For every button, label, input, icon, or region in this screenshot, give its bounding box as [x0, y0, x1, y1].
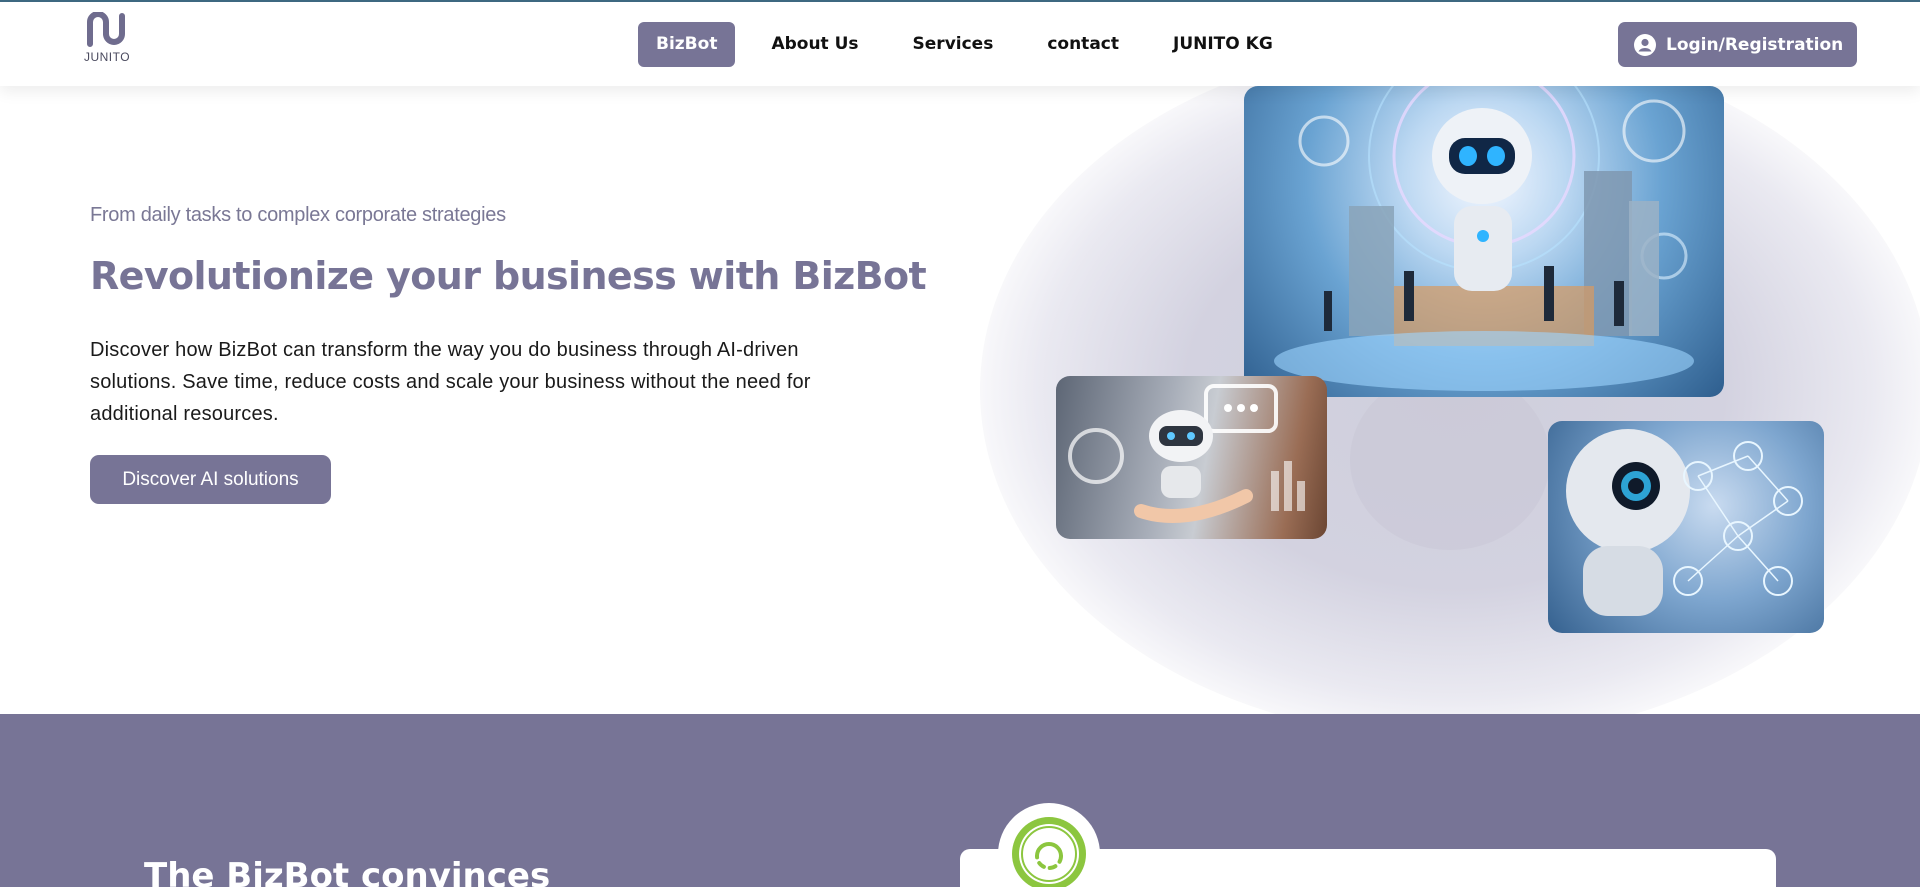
- logo-text: JUNITO: [83, 50, 131, 64]
- navbar: JUNITO BizBot About Us Services contact …: [0, 2, 1920, 86]
- hero-eyebrow: From daily tasks to complex corporate st…: [90, 204, 506, 226]
- junito-logo-icon: [87, 11, 125, 47]
- robot-city-graphic: [1274, 86, 1694, 391]
- junito-logo[interactable]: JUNITO: [77, 11, 137, 64]
- hero-background-circle: [1350, 370, 1550, 550]
- discover-ai-solutions-button[interactable]: Discover AI solutions: [90, 455, 331, 504]
- robot-hand-graphic: [1068, 384, 1305, 523]
- main-nav: BizBot About Us Services contact JUNITO …: [638, 22, 1309, 67]
- hero-description: Discover how BizBot can transform the wa…: [90, 339, 811, 425]
- user-circle-icon: [1634, 33, 1656, 56]
- nav-item-services[interactable]: Services: [895, 22, 1012, 67]
- robot-city-illustration: [1244, 86, 1724, 397]
- nav-item-bizbot[interactable]: BizBot: [638, 22, 736, 67]
- robot-network-graphic: [1566, 429, 1803, 616]
- bizbot-convinces-section: The BizBot convinces: [0, 714, 1920, 887]
- robot-network-illustration: [1548, 421, 1824, 633]
- robot-hand-illustration: [1056, 376, 1327, 539]
- nav-item-about-us[interactable]: About Us: [753, 22, 876, 67]
- login-registration-button[interactable]: Login/Registration: [1618, 22, 1857, 67]
- login-button-label: Login/Registration: [1666, 34, 1844, 55]
- broad-spectrum-badge-icon: [1012, 817, 1086, 887]
- hero-title: Revolutionize your business with BizBot: [90, 254, 927, 298]
- section-title: The BizBot convinces: [144, 856, 551, 887]
- nav-item-junito-kg[interactable]: JUNITO KG: [1155, 22, 1291, 67]
- nav-item-contact[interactable]: contact: [1029, 22, 1137, 67]
